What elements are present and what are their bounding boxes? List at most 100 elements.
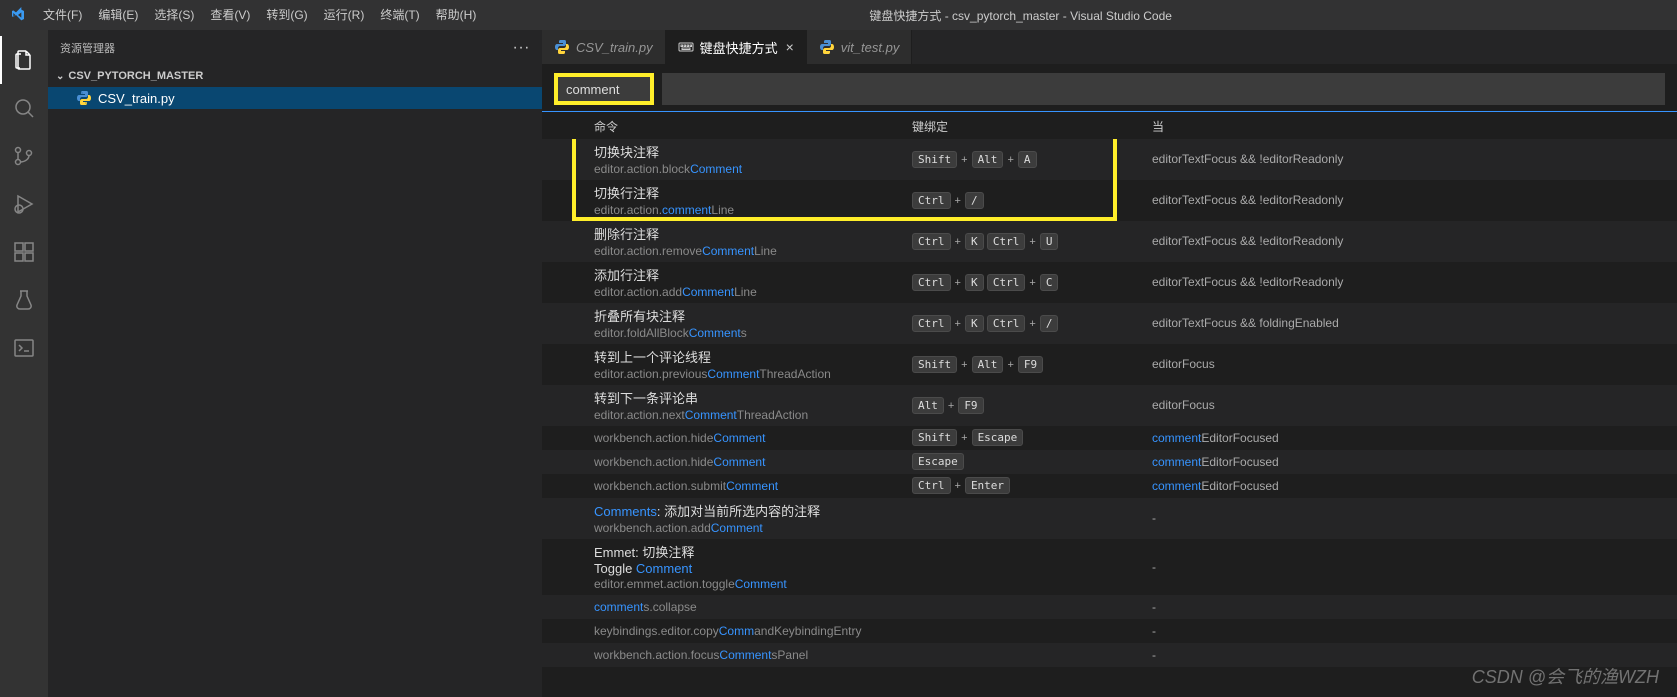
cell-command: 转到下一条评论串editor.action.nextCommentThreadA… xyxy=(542,388,912,422)
menu-item[interactable]: 编辑(E) xyxy=(90,0,146,30)
keybinding-row[interactable]: 转到下一条评论串editor.action.nextCommentThreadA… xyxy=(542,385,1677,426)
command-title: 转到上一个评论线程 xyxy=(594,347,912,366)
menu-item[interactable]: 文件(F) xyxy=(35,0,90,30)
cell-command: keybindings.editor.copyCommandKeybinding… xyxy=(542,623,912,638)
keybinding-row[interactable]: comments.collapse - xyxy=(542,595,1677,619)
keybinding-row[interactable]: 删除行注释editor.action.removeCommentLineCtrl… xyxy=(542,221,1677,262)
cell-when: - xyxy=(1152,600,1677,614)
menu-item[interactable]: 选择(S) xyxy=(146,0,202,30)
cell-command: 删除行注释editor.action.removeCommentLine xyxy=(542,224,912,258)
command-id: editor.action.addCommentLine xyxy=(594,285,912,299)
header-command[interactable]: 命令 xyxy=(542,118,912,135)
cell-keybinding: Ctrl+K Ctrl+U xyxy=(912,232,1152,251)
key-chip: U xyxy=(1040,233,1059,250)
search-highlight-box xyxy=(554,73,654,105)
cell-when: editorFocus xyxy=(1152,398,1677,412)
cell-when: - xyxy=(1152,560,1677,574)
sidebar: 资源管理器 ··· ⌄ CSV_PYTORCH_MASTER CSV_train… xyxy=(48,30,542,697)
sidebar-header: 资源管理器 ··· xyxy=(48,30,542,65)
explorer-icon[interactable] xyxy=(0,36,48,84)
key-chip: Ctrl xyxy=(987,274,1026,291)
command-id: workbench.action.hideComment xyxy=(594,455,912,469)
cell-command: workbench.action.hideComment xyxy=(542,430,912,445)
cell-when: - xyxy=(1152,648,1677,662)
cell-command: comments.collapse xyxy=(542,599,912,614)
keybindings-table[interactable]: 切换块注释editor.action.blockCommentShift+Alt… xyxy=(542,139,1677,697)
key-chip: K xyxy=(965,233,984,250)
sidebar-title: 资源管理器 xyxy=(60,40,115,56)
keybinding-row[interactable]: 折叠所有块注释editor.foldAllBlockCommentsCtrl+K… xyxy=(542,303,1677,344)
key-chip: K xyxy=(965,274,984,291)
cell-keybinding: Ctrl+Enter xyxy=(912,476,1152,495)
keybinding-search-input[interactable] xyxy=(558,77,650,101)
keybinding-row[interactable]: workbench.action.hideCommentShift+Escape… xyxy=(542,426,1677,450)
editor-tab[interactable]: CSV_train.py xyxy=(542,30,666,64)
cell-command: 切换行注释editor.action.commentLine xyxy=(542,183,912,217)
menu-item[interactable]: 查看(V) xyxy=(202,0,258,30)
key-chip: Ctrl xyxy=(912,233,951,250)
cell-command: Emmet: 切换注释Toggle Commenteditor.emmet.ac… xyxy=(542,542,912,591)
cell-keybinding: Escape xyxy=(912,452,1152,471)
cell-when: editorTextFocus && !editorReadonly xyxy=(1152,152,1677,166)
titlebar: 文件(F)编辑(E)选择(S)查看(V)转到(G)运行(R)终端(T)帮助(H)… xyxy=(0,0,1677,30)
cell-when: commentEditorFocused xyxy=(1152,455,1677,469)
menu-item[interactable]: 运行(R) xyxy=(316,0,373,30)
more-actions-icon[interactable]: ··· xyxy=(513,39,530,57)
key-chip: / xyxy=(1040,315,1059,332)
key-chip: Ctrl xyxy=(912,192,951,209)
window-title: 键盘快捷方式 - csv_pytorch_master - Visual Stu… xyxy=(484,7,1557,24)
extensions-icon[interactable] xyxy=(0,228,48,276)
source-control-icon[interactable] xyxy=(0,132,48,180)
file-item[interactable]: CSV_train.py xyxy=(48,87,542,109)
keybinding-row[interactable]: 添加行注释editor.action.addCommentLineCtrl+K … xyxy=(542,262,1677,303)
command-id: workbench.action.submitComment xyxy=(594,479,912,493)
tab-label: 键盘快捷方式 xyxy=(700,38,778,57)
command-id: editor.action.previousCommentThreadActio… xyxy=(594,367,912,381)
menu-item[interactable]: 终端(T) xyxy=(372,0,427,30)
key-chip: F9 xyxy=(1018,356,1043,373)
key-chip: C xyxy=(1040,274,1059,291)
cell-command: 转到上一个评论线程editor.action.previousCommentTh… xyxy=(542,347,912,381)
key-chip: Ctrl xyxy=(912,315,951,332)
header-keybinding[interactable]: 键绑定 xyxy=(912,118,1152,135)
command-title: 切换块注释 xyxy=(594,142,912,161)
key-chip: Ctrl xyxy=(987,233,1026,250)
keybinding-row[interactable]: workbench.action.submitCommentCtrl+Enter… xyxy=(542,474,1677,498)
folder-section-header[interactable]: ⌄ CSV_PYTORCH_MASTER xyxy=(48,65,542,87)
cell-when: editorTextFocus && !editorReadonly xyxy=(1152,234,1677,248)
keybinding-row[interactable]: 切换行注释editor.action.commentLineCtrl+/edit… xyxy=(542,180,1677,221)
cell-keybinding: Alt+F9 xyxy=(912,396,1152,415)
cell-keybinding: Ctrl+K Ctrl+C xyxy=(912,273,1152,292)
cell-when: commentEditorFocused xyxy=(1152,431,1677,445)
key-chip: Ctrl xyxy=(987,315,1026,332)
search-input-extension[interactable] xyxy=(662,73,1665,105)
file-tree: CSV_train.py xyxy=(48,87,542,697)
keybinding-row[interactable]: Comments: 添加对当前所选内容的注释workbench.action.a… xyxy=(542,498,1677,539)
activity-bar xyxy=(0,30,48,697)
keybinding-row[interactable]: 切换块注释editor.action.blockCommentShift+Alt… xyxy=(542,139,1677,180)
terminal-icon[interactable] xyxy=(0,324,48,372)
header-when[interactable]: 当 xyxy=(1152,118,1677,135)
keyboard-icon xyxy=(678,39,694,55)
command-title: Emmet: 切换注释 xyxy=(594,542,912,561)
command-title: Toggle Comment xyxy=(594,561,912,576)
cell-when: editorTextFocus && !editorReadonly xyxy=(1152,275,1677,289)
testing-icon[interactable] xyxy=(0,276,48,324)
keybinding-row[interactable]: keybindings.editor.copyCommandKeybinding… xyxy=(542,619,1677,643)
tab-label: CSV_train.py xyxy=(576,40,653,55)
file-name: CSV_train.py xyxy=(98,91,175,106)
keybinding-row[interactable]: 转到上一个评论线程editor.action.previousCommentTh… xyxy=(542,344,1677,385)
run-debug-icon[interactable] xyxy=(0,180,48,228)
menu-item[interactable]: 帮助(H) xyxy=(428,0,485,30)
command-id: workbench.action.addComment xyxy=(594,521,912,535)
close-icon[interactable]: × xyxy=(786,39,794,55)
editor-tab[interactable]: vit_test.py xyxy=(807,30,913,64)
menu-item[interactable]: 转到(G) xyxy=(258,0,315,30)
search-icon[interactable] xyxy=(0,84,48,132)
cell-when: editorTextFocus && foldingEnabled xyxy=(1152,316,1677,330)
editor-tab[interactable]: 键盘快捷方式 × xyxy=(666,30,807,64)
keybinding-row[interactable]: ✎workbench.action.hideCommentEscapecomme… xyxy=(542,450,1677,474)
keybinding-row[interactable]: Emmet: 切换注释Toggle Commenteditor.emmet.ac… xyxy=(542,539,1677,595)
command-title: 转到下一条评论串 xyxy=(594,388,912,407)
python-file-icon xyxy=(554,39,570,55)
